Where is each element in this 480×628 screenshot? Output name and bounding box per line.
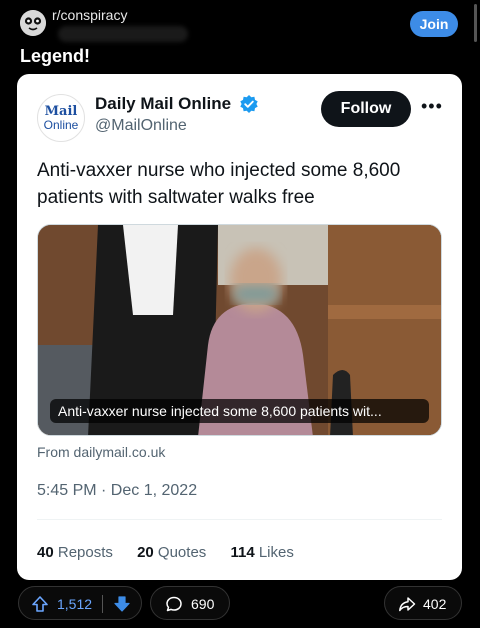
downvote-icon[interactable] [113, 595, 131, 613]
verified-badge-icon [239, 94, 259, 114]
tweet-media-image[interactable]: Anti-vaxxer nurse injected some 8,600 pa… [37, 224, 442, 436]
tweet-stats: 40 Reposts 20 Quotes 114 Likes [37, 544, 314, 561]
vote-divider [102, 595, 103, 613]
divider [37, 519, 442, 520]
comments-button[interactable]: 690 [150, 586, 230, 620]
comment-count: 690 [191, 596, 215, 612]
comment-icon [165, 595, 183, 613]
reposts-label: Reposts [57, 544, 113, 561]
account-name[interactable]: Daily Mail Online [95, 94, 231, 114]
share-button[interactable]: 402 [384, 586, 462, 620]
likes-stat[interactable]: 114 Likes [230, 544, 293, 561]
logo-text-top: Mail [44, 104, 78, 119]
post-title: Legend! [20, 46, 90, 66]
subreddit-name[interactable]: r/conspiracy [52, 7, 127, 23]
tweet-timestamp[interactable]: 5:45 PM · Dec 1, 2022 [37, 482, 197, 500]
post-action-bar: 1,512 690 402 [18, 586, 462, 620]
more-icon[interactable]: ••• [421, 96, 443, 117]
share-icon [398, 595, 416, 613]
vote-control: 1,512 [18, 586, 142, 620]
likes-label: Likes [258, 544, 294, 561]
account-avatar[interactable]: Mail Online [37, 94, 85, 142]
share-count: 402 [423, 596, 447, 612]
follow-button[interactable]: Follow [321, 91, 411, 127]
scrollbar[interactable] [474, 4, 477, 42]
account-handle[interactable]: @MailOnline [95, 117, 187, 135]
join-button[interactable]: Join [410, 11, 458, 37]
embedded-tweet[interactable]: Mail Online Daily Mail Online @MailOnlin… [17, 74, 462, 580]
reposts-count: 40 [37, 544, 54, 561]
likes-count: 114 [230, 544, 255, 561]
redacted-username [58, 26, 188, 42]
upvote-count: 1,512 [57, 596, 93, 612]
quotes-count: 20 [137, 544, 154, 561]
logo-text-bottom: Online [43, 118, 79, 132]
quotes-stat[interactable]: 20 Quotes [137, 544, 206, 561]
media-caption: Anti-vaxxer nurse injected some 8,600 pa… [50, 399, 429, 423]
link-source[interactable]: From dailymail.co.uk [37, 444, 165, 460]
subreddit-avatar-icon[interactable] [20, 10, 46, 36]
upvote-icon[interactable] [31, 595, 49, 613]
tweet-text: Anti-vaxxer nurse who injected some 8,60… [37, 160, 401, 208]
reposts-stat[interactable]: 40 Reposts [37, 544, 113, 561]
post-header: r/conspiracy Join [20, 6, 460, 42]
quotes-label: Quotes [157, 544, 207, 561]
